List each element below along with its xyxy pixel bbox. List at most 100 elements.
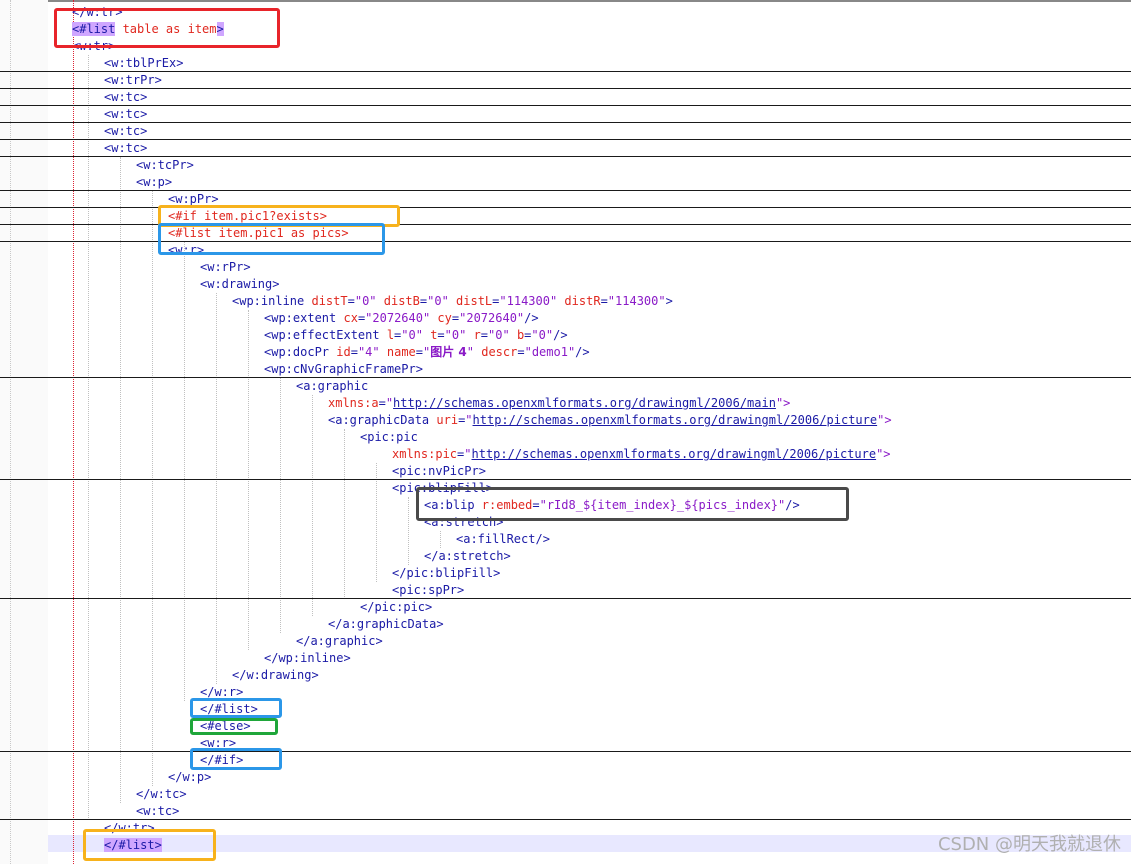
code-token: <w:tc> — [104, 107, 148, 121]
code-token: "114300" — [607, 294, 666, 308]
red-annotation-box — [54, 8, 280, 48]
code-token: <wp:inline — [232, 294, 305, 308]
code-token: = — [415, 345, 423, 359]
code-editor[interactable]: </w:tr> <#list table as item> <w:tr> <w:tbl… — [0, 0, 1131, 864]
code-token: </w:tc> — [136, 787, 187, 801]
code-line[interactable]: xmlns:pic="http://schemas.openxmlformats… — [0, 446, 1131, 463]
code-line[interactable]: <#else> — [0, 718, 1131, 735]
code-token: <w:trPr> — [104, 73, 162, 87]
code-token: xmlns:a — [328, 396, 379, 410]
code-token: distB — [376, 294, 420, 308]
code-line[interactable]: </w:p> — [0, 769, 1131, 786]
code-token: http://schemas.openxmlformats.org/drawin… — [472, 413, 878, 427]
code-line[interactable]: xmlns:a="http://schemas.openxmlformats.o… — [0, 395, 1131, 412]
code-line[interactable]: </a:stretch> — [0, 548, 1131, 565]
code-token: <w:tc> — [136, 804, 180, 818]
code-line[interactable]: <wp:extent cx="2072640" cy="2072640"/> — [0, 310, 1131, 327]
code-line[interactable]: <w:tcPr> — [0, 157, 1131, 174]
code-token: name — [379, 345, 416, 359]
code-token: <w:tc> — [104, 141, 148, 155]
code-token: "demo1" — [524, 345, 576, 359]
code-token: /> — [553, 328, 568, 342]
code-line[interactable]: <wp:cNvGraphicFramePr> — [0, 361, 1131, 378]
code-line[interactable]: <w:tc> — [0, 803, 1131, 820]
orange-annotation-box — [83, 829, 216, 861]
code-line[interactable]: </pic:blipFill> — [0, 565, 1131, 582]
code-token: </wp:inline> — [264, 651, 351, 665]
code-token: /> — [575, 345, 590, 359]
code-token: > — [665, 294, 673, 308]
code-line[interactable]: <w:p> — [0, 174, 1131, 191]
blue-annotation-box — [190, 748, 282, 770]
code-line[interactable]: <a:fillRect/> — [0, 531, 1131, 548]
code-line[interactable]: <pic:pic — [0, 429, 1131, 446]
code-line[interactable]: <w:r> — [0, 735, 1131, 752]
code-line[interactable]: </w:r> — [0, 684, 1131, 701]
code-token: 图片 4 — [430, 345, 467, 359]
code-line[interactable]: <w:tc> — [0, 140, 1131, 157]
code-token: <w:tc> — [104, 90, 148, 104]
code-token: <a:fillRect/> — [456, 532, 550, 546]
code-line[interactable]: <w:tc> — [0, 123, 1131, 140]
code-token: "0" — [444, 328, 467, 342]
code-token: <wp:effectExtent — [264, 328, 380, 342]
code-line[interactable]: </a:graphicData> — [0, 616, 1131, 633]
code-token: = — [437, 328, 445, 342]
code-token: <w:tblPrEx> — [104, 56, 184, 70]
code-token: <pic:nvPicPr> — [392, 464, 486, 478]
green-annotation-box — [190, 718, 278, 735]
code-line[interactable]: <wp:inline distT="0" distB="0" distL="11… — [0, 293, 1131, 310]
code-line[interactable]: </a:graphic> — [0, 633, 1131, 650]
code-line[interactable]: <w:tblPrEx> — [0, 55, 1131, 72]
code-token: = — [600, 294, 608, 308]
code-line[interactable]: <w:tc> — [0, 106, 1131, 123]
code-line[interactable]: <w:drawing> — [0, 276, 1131, 293]
code-token: b — [509, 328, 525, 342]
code-token: </pic:blipFill> — [392, 566, 501, 580]
code-line[interactable]: <a:graphic — [0, 378, 1131, 395]
code-token: <wp:cNvGraphicFramePr> — [264, 362, 423, 376]
code-line[interactable]: <w:trPr> — [0, 72, 1131, 89]
code-line[interactable]: </#list> — [0, 701, 1131, 718]
code-line[interactable]: </#if> — [0, 752, 1131, 769]
code-token: "0" — [488, 328, 510, 342]
code-line[interactable]: </pic:pic> — [0, 599, 1131, 616]
code-token: id — [329, 345, 351, 359]
code-token: "> — [775, 396, 791, 410]
code-line[interactable]: <pic:spPr> — [0, 582, 1131, 599]
blue-annotation-box — [190, 698, 282, 718]
code-token: "> — [876, 447, 891, 461]
code-line[interactable]: <w:tc> — [0, 89, 1131, 106]
code-line[interactable]: <w:rPr> — [0, 259, 1131, 276]
code-token: xmlns:pic — [392, 447, 458, 461]
code-line[interactable]: <wp:docPr id="4" name="图片 4" descr="demo… — [0, 344, 1131, 361]
code-line[interactable]: <wp:effectExtent l="0" t="0" r="0" b="0"… — [0, 327, 1131, 344]
code-token: /> — [524, 311, 539, 325]
code-token: <a:graphic — [296, 379, 369, 393]
code-token: distR — [557, 294, 601, 308]
code-token: <pic:pic — [360, 430, 418, 444]
code-token: <w:p> — [136, 175, 173, 189]
code-token: http://schemas.openxmlformats.org/drawin… — [393, 396, 776, 410]
code-token: </w:p> — [168, 770, 212, 784]
code-token: cy — [430, 311, 452, 325]
code-token: </w:drawing> — [232, 668, 319, 682]
code-line[interactable]: <a:graphicData uri="http://schemas.openx… — [0, 412, 1131, 429]
code-line[interactable]: <pic:nvPicPr> — [0, 463, 1131, 480]
code-line[interactable]: </w:drawing> — [0, 667, 1131, 684]
code-token: </a:graphic> — [296, 634, 383, 648]
code-token: cx — [336, 311, 358, 325]
code-token: <w:tc> — [104, 124, 148, 138]
code-line[interactable]: </wp:inline> — [0, 650, 1131, 667]
code-token: t — [422, 328, 438, 342]
code-token: "114300" — [499, 294, 558, 308]
code-token: <pic:spPr> — [392, 583, 465, 597]
code-token: "0" — [427, 294, 449, 308]
code-token: "2072640" — [365, 311, 431, 325]
code-token: "0" — [354, 294, 377, 308]
code-token: r — [466, 328, 481, 342]
code-line[interactable]: </w:tc> — [0, 786, 1131, 803]
code-token: distT — [304, 294, 348, 308]
editor-top-border — [0, 0, 1131, 2]
code-token: </a:graphicData> — [328, 617, 444, 631]
